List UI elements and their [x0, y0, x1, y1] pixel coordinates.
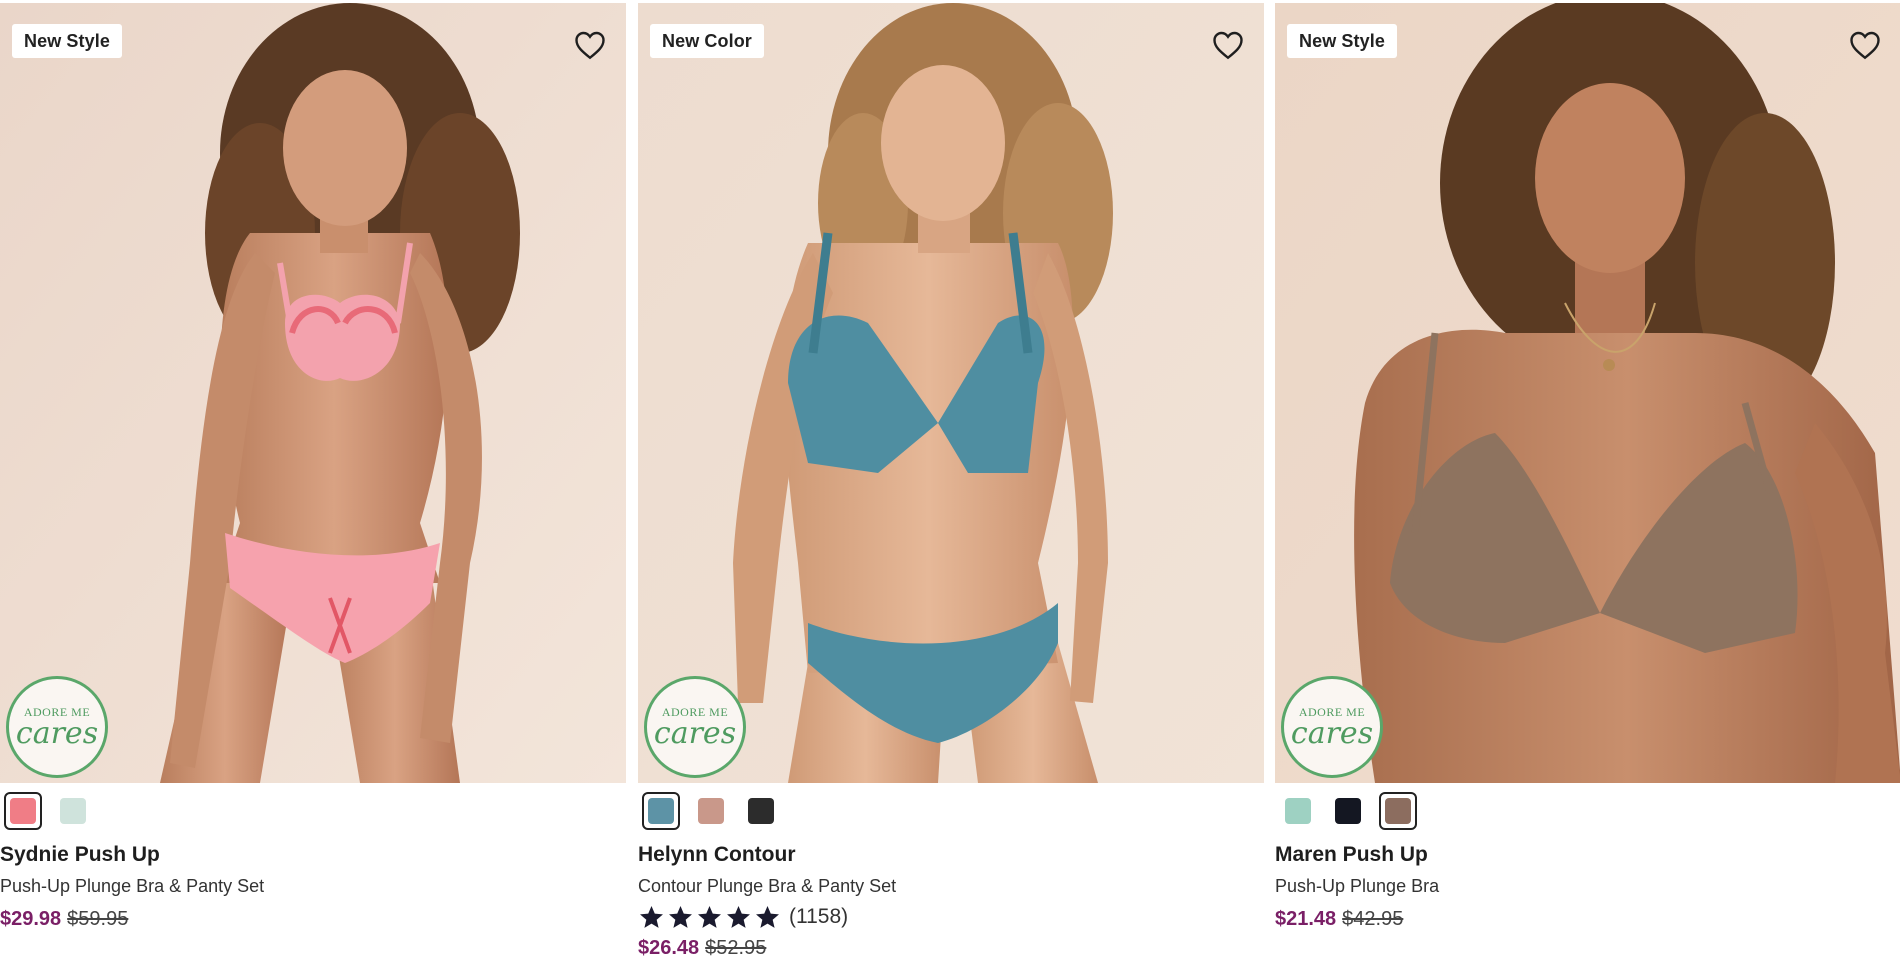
product-card: New Color ADORE ME cares Helynn Contour …	[638, 0, 1264, 959]
product-subtitle: Push-Up Plunge Bra	[1275, 876, 1440, 896]
star-icon	[698, 905, 721, 928]
price-row: $26.48 $52.95	[638, 937, 766, 959]
star-icon	[727, 905, 750, 928]
model-photo-illustration	[1275, 3, 1900, 783]
sale-price: $26.48	[638, 937, 700, 959]
original-price: $42.95	[1342, 908, 1404, 930]
cares-badge-word: cares	[653, 716, 737, 751]
badge-label: New Style	[1287, 24, 1397, 58]
product-subtitle: Push-Up Plunge Bra & Panty Set	[0, 876, 265, 896]
star-rating[interactable]: (1158)	[638, 902, 848, 932]
cares-badge-word: cares	[15, 716, 99, 751]
product-card: New Style ADORE ME cares Sydnie Push Up …	[0, 0, 626, 959]
color-swatch[interactable]	[1379, 792, 1417, 830]
product-name[interactable]: Sydnie Push Up	[0, 843, 160, 867]
favorite-heart-icon[interactable]	[1847, 27, 1883, 63]
model-photo-illustration	[0, 3, 626, 783]
color-swatch[interactable]	[642, 792, 680, 830]
product-image[interactable]: New Color ADORE ME cares	[638, 3, 1264, 783]
color-swatch[interactable]	[1279, 792, 1317, 830]
color-swatch[interactable]	[692, 792, 730, 830]
product-image[interactable]: New Style ADORE ME cares	[0, 3, 626, 783]
favorite-heart-icon[interactable]	[572, 27, 608, 63]
color-swatches	[4, 792, 92, 832]
color-swatch[interactable]	[4, 792, 42, 830]
product-name[interactable]: Maren Push Up	[1275, 843, 1428, 867]
color-swatches	[1279, 792, 1417, 832]
star-icon	[756, 905, 779, 928]
star-icon	[669, 905, 692, 928]
model-photo-illustration	[638, 3, 1264, 783]
review-count: (1158)	[789, 905, 849, 928]
star-icon	[640, 905, 663, 928]
favorite-heart-icon[interactable]	[1210, 27, 1246, 63]
adore-me-cares-badge: ADORE ME cares	[6, 676, 108, 778]
badge-label: New Style	[12, 24, 122, 58]
adore-me-cares-badge: ADORE ME cares	[1281, 676, 1383, 778]
sale-price: $21.48	[1275, 908, 1337, 930]
product-image[interactable]: New Style ADORE ME cares	[1275, 3, 1900, 783]
original-price: $52.95	[705, 937, 767, 959]
color-swatch[interactable]	[54, 792, 92, 830]
sale-price: $29.98	[0, 908, 62, 930]
color-swatch[interactable]	[1329, 792, 1367, 830]
product-card: New Style ADORE ME cares Maren Push Up P…	[1275, 0, 1900, 959]
price-row: $29.98 $59.95	[0, 908, 128, 931]
color-swatches	[642, 792, 780, 832]
product-name[interactable]: Helynn Contour	[638, 843, 796, 867]
color-swatch[interactable]	[742, 792, 780, 830]
product-subtitle: Contour Plunge Bra & Panty Set	[638, 876, 897, 896]
badge-label: New Color	[650, 24, 764, 58]
price-row: $21.48 $42.95	[1275, 908, 1403, 931]
adore-me-cares-badge: ADORE ME cares	[644, 676, 746, 778]
cares-badge-word: cares	[1290, 716, 1374, 751]
product-grid: New Style ADORE ME cares Sydnie Push Up …	[0, 0, 1900, 959]
original-price: $59.95	[67, 908, 129, 930]
